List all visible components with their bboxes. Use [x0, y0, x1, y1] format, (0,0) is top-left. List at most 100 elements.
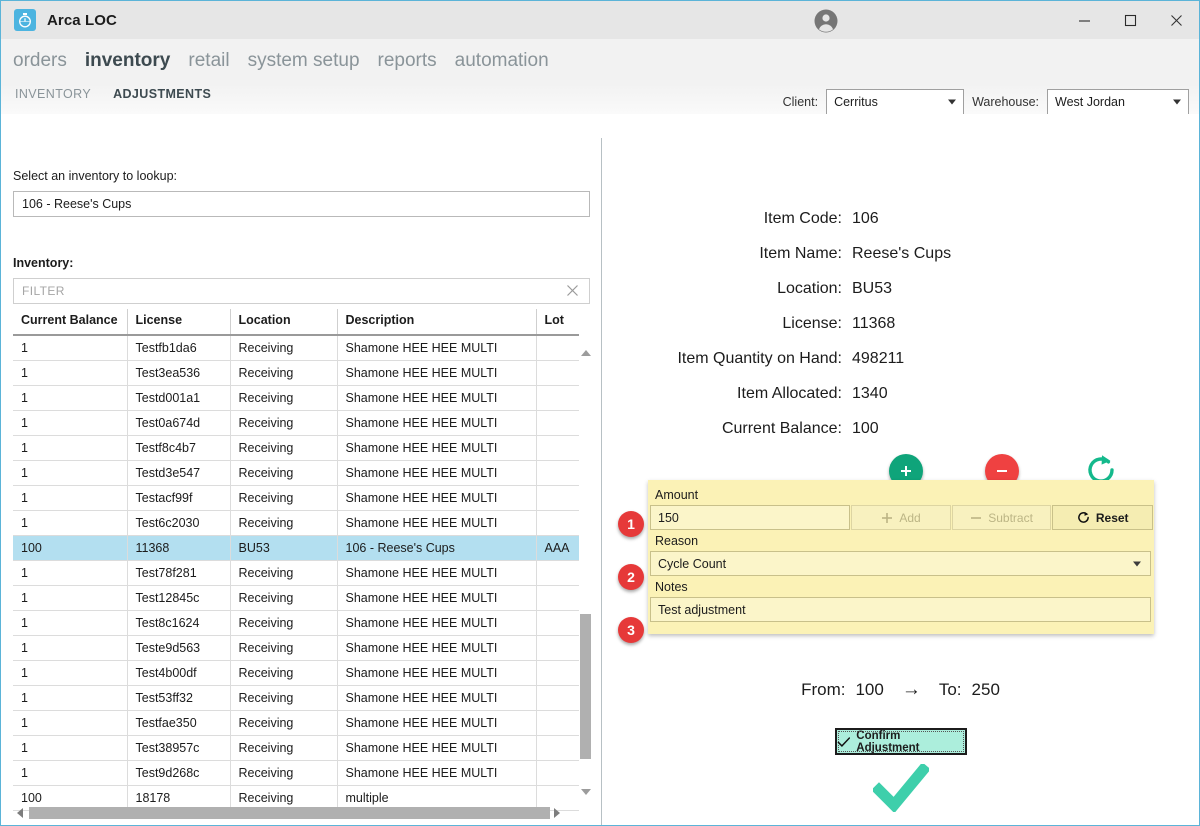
notes-input[interactable]: Test adjustment	[650, 597, 1151, 622]
cell-license: Test3ea536	[127, 360, 231, 386]
table-horizontal-scrollbar[interactable]	[13, 806, 591, 820]
account-circle-icon[interactable]	[813, 8, 839, 34]
cell-license: Testf8c4b7	[127, 435, 231, 461]
cell-license: Testfb1da6	[127, 335, 231, 361]
table-row[interactable]: 1 Test4b00df Receiving Shamone HEE HEE MULT…	[13, 660, 579, 686]
cell-current-balance: 1	[13, 335, 128, 361]
table-row[interactable]: 1 Test6c2030 Receiving Shamone HEE HEE MULT…	[13, 510, 579, 536]
close-icon[interactable]	[566, 284, 581, 299]
subnav-item-inventory[interactable]: INVENTORY	[15, 87, 91, 101]
chevron-down-icon	[1173, 99, 1181, 105]
main-navigation: orders inventory retail system setup rep…	[13, 51, 549, 70]
close-button[interactable]	[1153, 1, 1199, 39]
table-row[interactable]: 1 Test8c1624 Receiving Shamone HEE HEE MULT…	[13, 610, 579, 636]
scroll-up-icon[interactable]	[580, 347, 591, 358]
subnav-item-adjustments[interactable]: ADJUSTMENTS	[113, 87, 211, 101]
amount-input[interactable]: 150	[650, 505, 851, 530]
detail-row: Item Quantity on Hand: 498211	[602, 350, 1199, 385]
table-row[interactable]: 1 Teste9d563 Receiving Shamone HEE HEE MULT…	[13, 635, 579, 661]
reset-button[interactable]: Reset	[1052, 505, 1153, 530]
cell-location: Receiving	[230, 510, 338, 536]
nav-item-inventory[interactable]: inventory	[85, 51, 171, 70]
confirm-adjustment-label: Confirm Adjustment	[856, 729, 920, 754]
table-row[interactable]: 1 Test78f281 Receiving Shamone HEE HEE MULT…	[13, 560, 579, 586]
column-header-description[interactable]: Description	[337, 309, 537, 336]
content-area: Select an inventory to lookup: 106 - Ree…	[1, 114, 1199, 825]
scroll-left-icon[interactable]	[13, 808, 27, 818]
cell-lot	[536, 735, 579, 761]
cell-current-balance: 1	[13, 510, 128, 536]
warehouse-select[interactable]: West Jordan	[1047, 89, 1189, 115]
table-row[interactable]: 1 Testf8c4b7 Receiving Shamone HEE HEE MULT…	[13, 435, 579, 461]
inventory-table-container[interactable]: Current Balance License Location Descrip…	[13, 309, 591, 815]
vertical-scroll-thumb[interactable]	[580, 614, 591, 759]
table-row[interactable]: 1 Test0a674d Receiving Shamone HEE HEE MULT…	[13, 410, 579, 436]
cell-lot	[536, 360, 579, 386]
table-row[interactable]: 1 Testd001a1 Receiving Shamone HEE HEE MULT…	[13, 385, 579, 411]
scroll-down-icon[interactable]	[580, 786, 591, 797]
cell-current-balance: 1	[13, 685, 128, 711]
nav-item-reports[interactable]: reports	[378, 51, 437, 70]
column-header-current-balance[interactable]: Current Balance	[13, 309, 128, 336]
cell-license: Test78f281	[127, 560, 231, 586]
nav-item-orders[interactable]: orders	[13, 51, 67, 70]
table-row[interactable]: 1 Testd3e547 Receiving Shamone HEE HEE MULT…	[13, 460, 579, 486]
cell-license: Test0a674d	[127, 410, 231, 436]
cell-license: Test9d268c	[127, 760, 231, 786]
column-header-location[interactable]: Location	[230, 309, 338, 336]
warehouse-select-value: West Jordan	[1055, 95, 1125, 109]
cell-lot	[536, 485, 579, 511]
detail-label: License:	[782, 315, 842, 332]
client-label: Client:	[782, 95, 819, 109]
cell-lot	[536, 460, 579, 486]
from-value: 100	[855, 680, 884, 699]
to-label: To:	[938, 680, 962, 699]
confirm-adjustment-button[interactable]: Confirm Adjustment	[834, 728, 967, 755]
cell-license: Test12845c	[127, 585, 231, 611]
cell-description: Shamone HEE HEE MULTI	[337, 685, 537, 711]
table-row[interactable]: 100 11368 BU53 106 - Reese's Cups AAA	[13, 535, 579, 561]
cell-lot	[536, 760, 579, 786]
client-select[interactable]: Cerritus	[826, 89, 965, 115]
cell-license: Test4b00df	[127, 660, 231, 686]
scroll-right-icon[interactable]	[550, 808, 564, 818]
cell-location: Receiving	[230, 610, 338, 636]
minimize-button[interactable]	[1061, 1, 1107, 39]
cell-license: Test38957c	[127, 735, 231, 761]
table-row[interactable]: 1 Testfb1da6 Receiving Shamone HEE HEE MULT…	[13, 335, 579, 361]
horizontal-scroll-thumb[interactable]	[29, 807, 550, 819]
column-header-license[interactable]: License	[127, 309, 231, 336]
reason-select[interactable]: Cycle Count	[650, 551, 1151, 576]
refresh-icon	[1078, 511, 1089, 523]
filter-input[interactable]: FILTER	[13, 278, 590, 304]
detail-value: BU53	[852, 280, 893, 297]
table-header-row: Current Balance License Location Descrip…	[13, 309, 579, 336]
cell-license: Test8c1624	[127, 610, 231, 636]
sub-navigation: INVENTORY ADJUSTMENTS	[15, 87, 211, 101]
add-button[interactable]: Add	[851, 505, 951, 530]
lookup-label: Select an inventory to lookup:	[13, 169, 177, 183]
nav-item-system-setup[interactable]: system setup	[248, 51, 360, 70]
cell-location: Receiving	[230, 435, 338, 461]
table-row[interactable]: 1 Test38957c Receiving Shamone HEE HEE MULT…	[13, 735, 579, 761]
cell-location: Receiving	[230, 710, 338, 736]
table-row[interactable]: 1 Test3ea536 Receiving Shamone HEE HEE MULT…	[13, 360, 579, 386]
table-row[interactable]: 1 Test9d268c Receiving Shamone HEE HEE MULT…	[13, 760, 579, 786]
table-row[interactable]: 1 Testacf99f Receiving Shamone HEE HEE MULT…	[13, 485, 579, 511]
table-row[interactable]: 1 Test53ff32 Receiving Shamone HEE HEE MULT…	[13, 685, 579, 711]
cell-current-balance: 1	[13, 460, 128, 486]
nav-item-automation[interactable]: automation	[455, 51, 549, 70]
nav-item-retail[interactable]: retail	[188, 51, 229, 70]
maximize-button[interactable]	[1107, 1, 1153, 39]
inventory-table-body: 1 Testfb1da6 Receiving Shamone HEE HEE MULT…	[13, 335, 579, 811]
table-row[interactable]: 1 Testfae350 Receiving Shamone HEE HEE MULT…	[13, 710, 579, 736]
table-vertical-scrollbar[interactable]	[579, 309, 592, 801]
detail-value: Reese's Cups	[852, 245, 952, 262]
column-header-lot[interactable]: Lot	[536, 309, 579, 336]
inventory-lookup-input[interactable]: 106 - Reese's Cups	[13, 191, 590, 217]
detail-label: Location:	[777, 280, 842, 297]
subtract-button[interactable]: Subtract	[951, 505, 1052, 530]
cell-current-balance: 1	[13, 760, 128, 786]
table-row[interactable]: 1 Test12845c Receiving Shamone HEE HEE MULT…	[13, 585, 579, 611]
to-value: 250	[971, 680, 1000, 699]
